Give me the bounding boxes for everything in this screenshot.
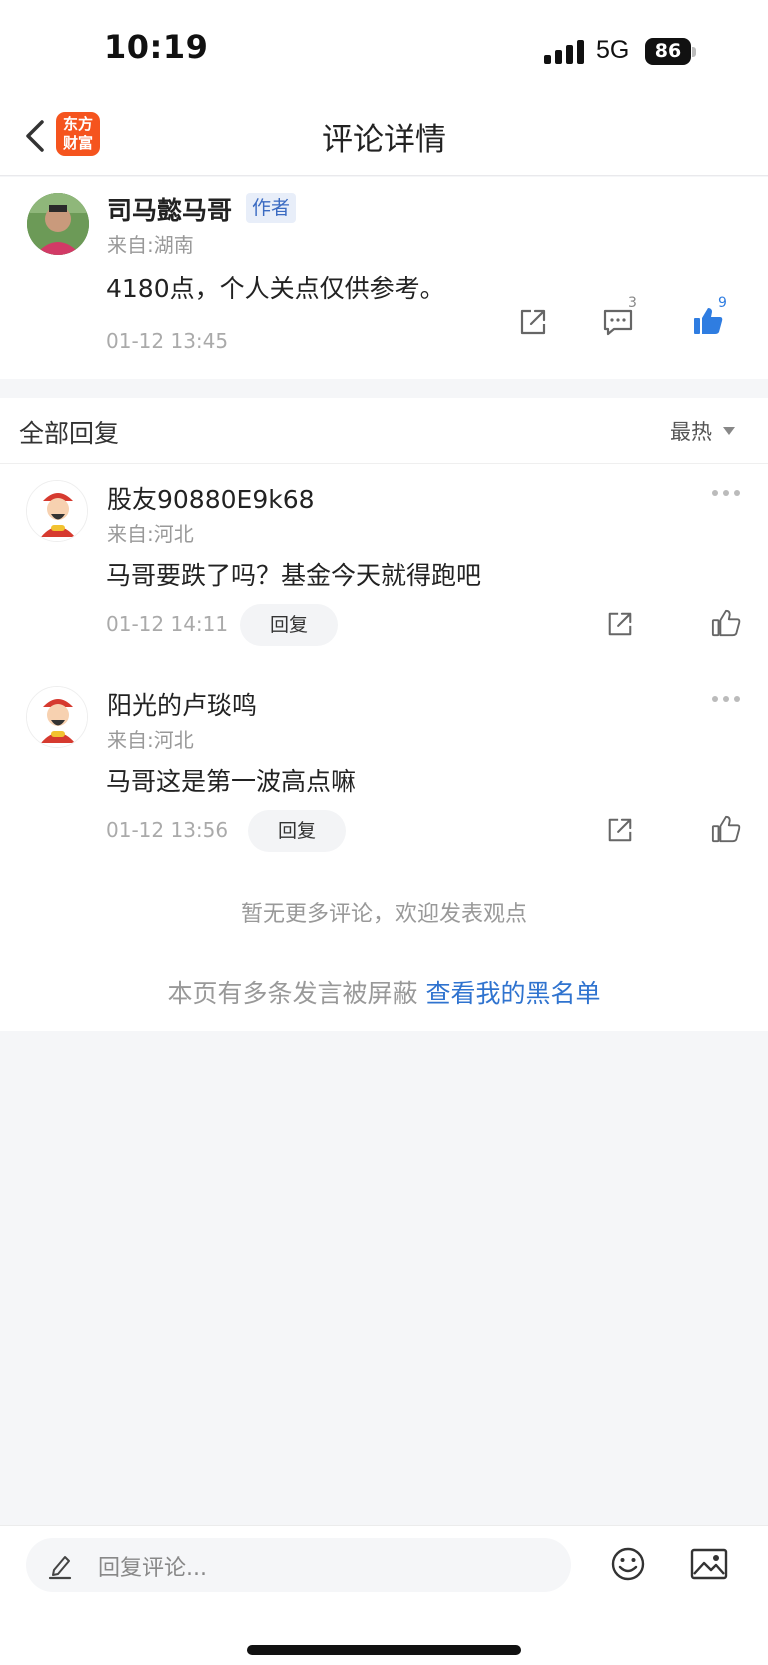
more-icon[interactable]	[712, 696, 742, 704]
reply-button[interactable]: 回复	[240, 604, 339, 646]
comment-button[interactable]	[602, 307, 634, 341]
like-icon	[711, 609, 741, 637]
author-name[interactable]: 司马懿马哥	[107, 191, 232, 227]
nav-bar: 评论详情 东方 财富	[0, 100, 768, 176]
home-indicator	[247, 1645, 521, 1655]
blacklist-link[interactable]: 查看我的黑名单	[425, 979, 600, 1008]
like-icon	[711, 815, 741, 843]
status-time: 10:19	[104, 28, 209, 66]
reply-location: 来自:河北	[107, 522, 194, 546]
signal-icon	[544, 40, 586, 64]
image-icon	[690, 1548, 728, 1580]
battery-level: 86	[654, 40, 682, 62]
back-button[interactable]	[22, 116, 52, 156]
replies-section: 全部回复 最热 股友90880E9k68 来自:河北 马哥要跌了吗？基金今天就得…	[0, 398, 768, 1031]
battery-icon: 86	[645, 38, 696, 65]
pencil-icon	[48, 1556, 72, 1580]
share-icon	[520, 309, 546, 335]
author-location: 来自:湖南	[107, 233, 194, 257]
reply-input[interactable]: 回复评论...	[26, 1538, 571, 1592]
reply-username[interactable]: 股友90880E9k68	[107, 480, 315, 516]
main-comment: 司马懿马哥 作者 来自:湖南 4180点，个人关点仅供参考。 01-12 13:…	[0, 177, 768, 379]
reply-share-button[interactable]	[606, 610, 634, 642]
emoji-icon	[611, 1547, 645, 1581]
blocked-notice: 本页有多条发言被屏蔽 查看我的黑名单	[0, 974, 768, 1010]
reply-button[interactable]: 回复	[248, 810, 347, 852]
logo-text-1: 东方	[62, 115, 93, 133]
share-icon	[608, 612, 632, 636]
bottom-input-bar: 回复评论...	[0, 1525, 768, 1665]
status-bar: 10:19 5G 86	[0, 0, 768, 100]
reply-like-button[interactable]	[711, 814, 741, 848]
blocked-text: 本页有多条发言被屏蔽	[167, 979, 426, 1008]
author-avatar[interactable]	[27, 193, 89, 255]
reply-share-button[interactable]	[606, 816, 634, 848]
app-logo[interactable]: 东方 财富	[56, 112, 100, 156]
replies-title: 全部回复	[19, 419, 120, 448]
replies-header: 全部回复 最热	[0, 398, 768, 464]
caret-down-icon[interactable]	[723, 427, 735, 435]
reply-username[interactable]: 阳光的卢琰鸣	[107, 686, 257, 722]
reply-location: 来自:河北	[107, 728, 194, 752]
like-count: 9	[718, 295, 727, 311]
network-label: 5G	[596, 36, 630, 64]
reply-time: 01-12 13:56	[106, 818, 229, 842]
page-title: 评论详情	[322, 122, 446, 158]
reply-item: 阳光的卢琰鸣 来自:河北 马哥这是第一波高点嘛 01-12 13:56 回复	[0, 670, 768, 870]
input-placeholder: 回复评论...	[98, 1556, 207, 1581]
reply-item: 股友90880E9k68 来自:河北 马哥要跌了吗？基金今天就得跑吧 01-12…	[0, 464, 768, 664]
comment-count: 3	[628, 295, 637, 311]
comment-time: 01-12 13:45	[106, 329, 229, 353]
reply-like-button[interactable]	[711, 608, 741, 642]
comment-icon	[603, 309, 633, 336]
reply-avatar[interactable]	[26, 686, 88, 748]
reply-text: 马哥要跌了吗？基金今天就得跑吧	[106, 561, 482, 590]
no-more-comments: 暂无更多评论，欢迎发表观点	[240, 902, 527, 927]
reply-text: 马哥这是第一波高点嘛	[106, 767, 357, 796]
logo-text-2: 财富	[62, 134, 93, 152]
comment-text: 4180点，个人关点仅供参考。	[106, 274, 445, 303]
author-badge: 作者	[246, 193, 297, 223]
emoji-button[interactable]	[610, 1546, 646, 1586]
more-icon[interactable]	[712, 490, 742, 498]
image-button[interactable]	[690, 1548, 728, 1584]
share-button[interactable]	[518, 307, 548, 341]
back-icon	[26, 120, 44, 152]
reply-time: 01-12 14:11	[106, 612, 229, 636]
share-icon	[608, 818, 632, 842]
sort-dropdown[interactable]: 最热	[670, 416, 712, 446]
reply-avatar[interactable]	[26, 480, 88, 542]
